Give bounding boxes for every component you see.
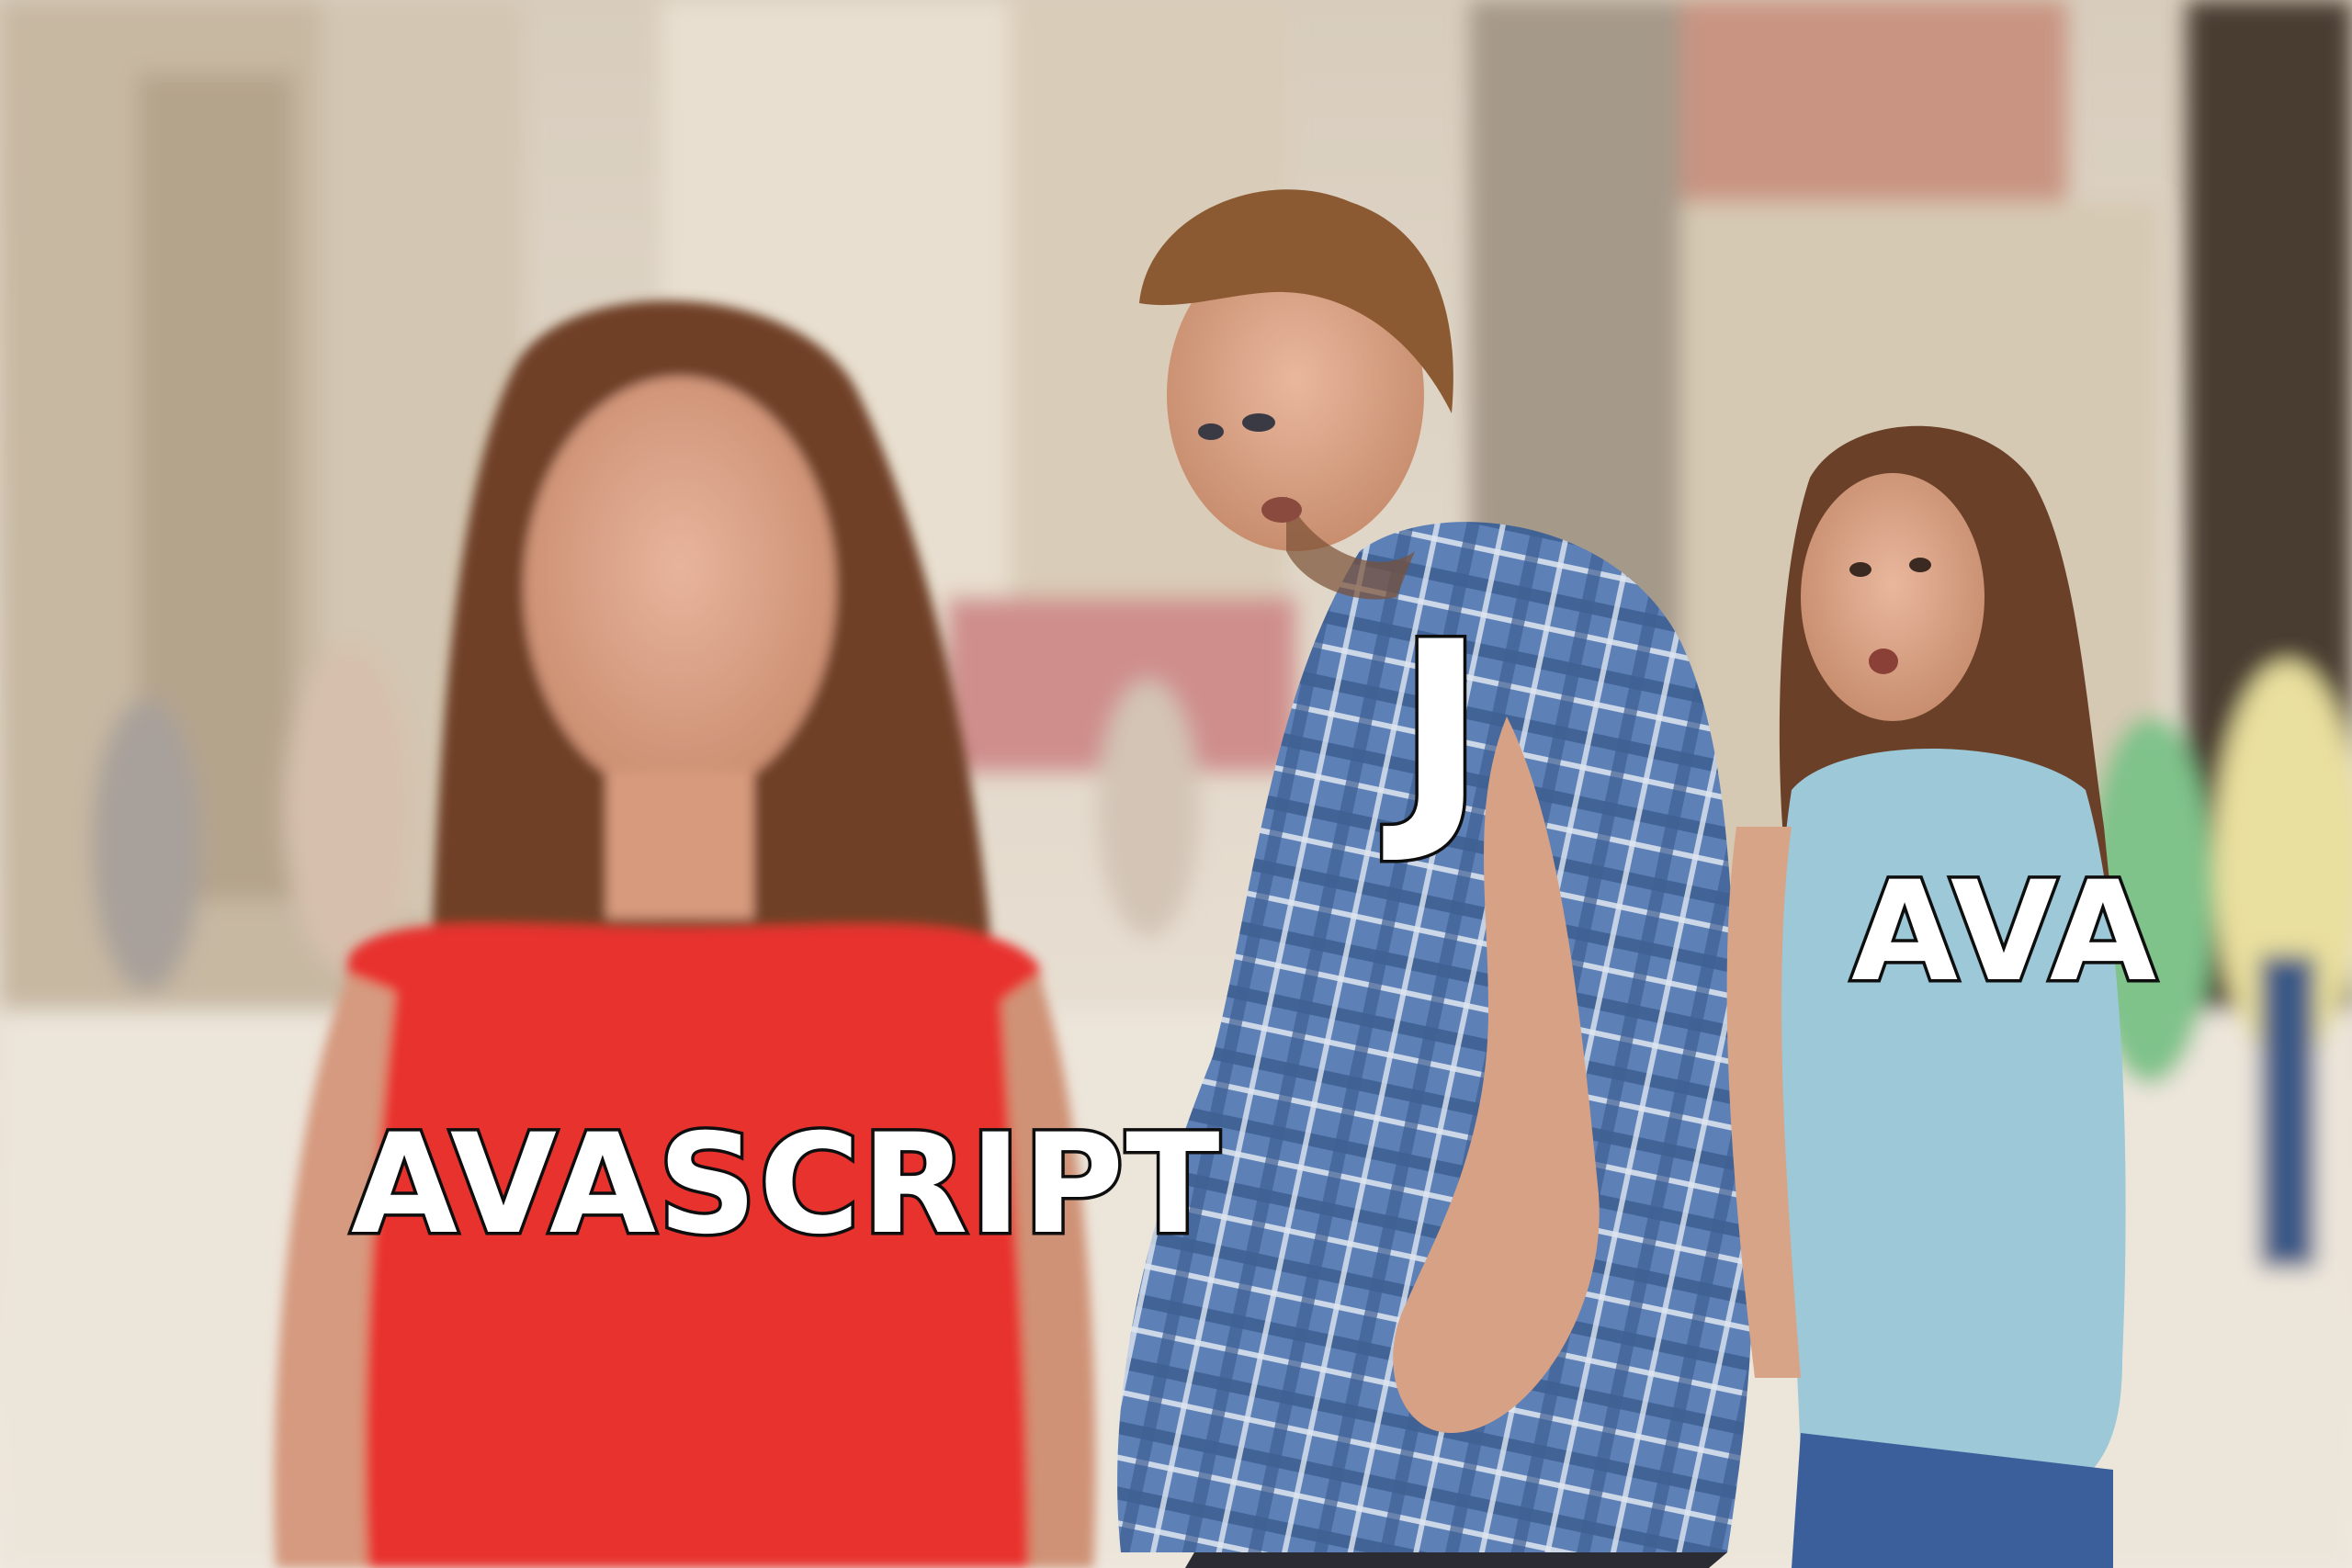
caption-j: J: [1394, 592, 1489, 869]
street-scene: [0, 0, 2352, 1568]
caption-avascript: AVASCRIPT: [348, 1105, 1224, 1265]
meme-photo: AVASCRIPT J AVA: [0, 0, 2352, 1568]
caption-ava: AVA: [1849, 852, 2160, 1012]
